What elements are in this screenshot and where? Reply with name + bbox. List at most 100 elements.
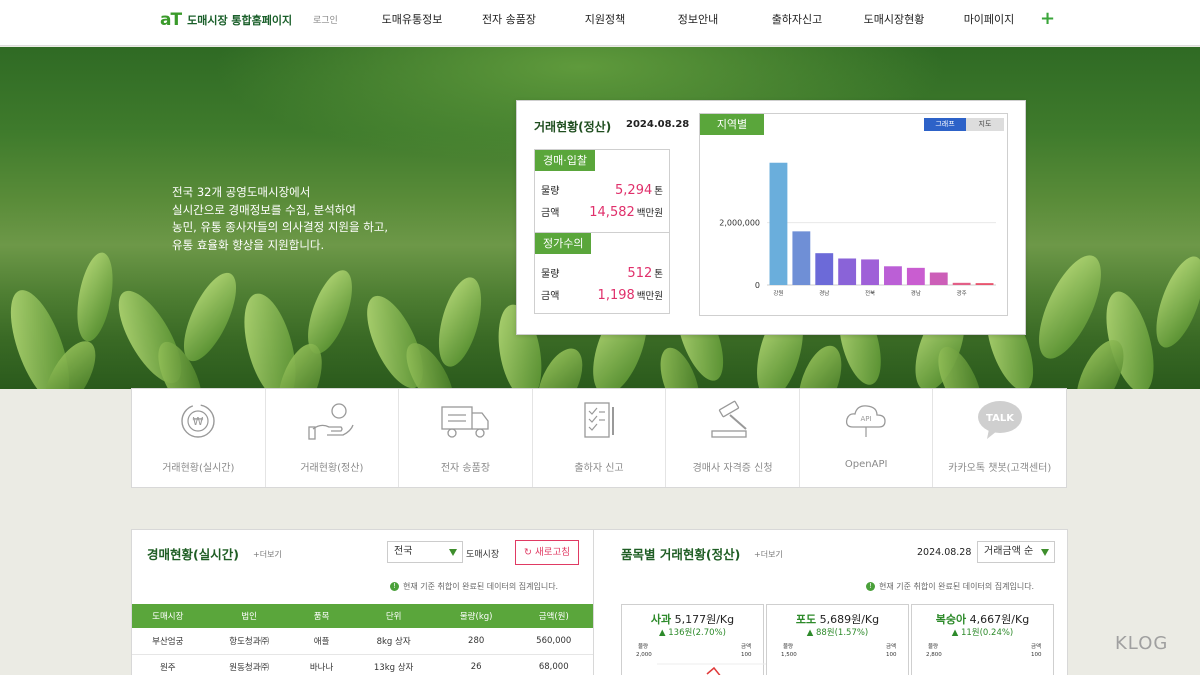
auction-qty-unit: 톤: [654, 186, 663, 197]
refresh-button[interactable]: ↻ 새로고침: [515, 540, 579, 565]
item-title: 포도 5,689원/Kg: [767, 611, 908, 627]
site-title: 도매시장 통합홈페이지: [187, 14, 293, 27]
realtime-more-link[interactable]: +더보기: [253, 549, 282, 560]
item-card-peach[interactable]: 복숭아 4,667원/Kg ▲ 11원(0.24%) 물량 2,800 금액 1…: [911, 604, 1054, 675]
column-header: 물량(kg): [438, 604, 514, 628]
x-tick-label: 경남: [911, 289, 921, 297]
auction-amt-unit: 백만원: [636, 208, 663, 219]
refresh-label: 새로고침: [535, 547, 570, 558]
table-cell: 280: [438, 628, 514, 655]
quick-link-e-invoice[interactable]: 전자 송품장: [399, 389, 533, 487]
site-logo[interactable]: aT 도매시장 통합홈페이지: [160, 10, 292, 30]
item-title: 사과 5,177원/Kg: [622, 611, 763, 627]
login-link[interactable]: 로그인: [313, 13, 338, 26]
region-bar[interactable]: [906, 267, 925, 285]
column-header: 법인: [203, 604, 295, 628]
talk-bubble-icon: TALK: [977, 401, 1022, 439]
quick-link-label: 경매사 자격증 신청: [692, 463, 773, 474]
item-title: 복숭아 4,667원/Kg: [912, 611, 1053, 627]
hero-line-2: 실시간으로 경매정보를 수집, 분석하여: [172, 202, 356, 217]
table-cell: 560,000: [513, 628, 594, 655]
column-header: 도매시장: [132, 604, 204, 628]
table-row[interactable]: 원주 원동청과㈜ 바나나 13kg 상자 26 68,000: [132, 654, 594, 675]
auction-label: 경매·입찰: [535, 150, 595, 171]
nav-market-status[interactable]: 도매시장현황: [854, 0, 934, 40]
axis-tick: 100: [741, 652, 752, 658]
realtime-title: 경매현황(실시간): [147, 547, 239, 562]
auction-amt-label: 금액: [541, 208, 560, 219]
quick-link-settled[interactable]: 거래현황(정산): [266, 389, 400, 487]
y-tick-label: 2,000,000: [719, 219, 760, 228]
items-notice: ! 현재 기준 취합이 완료된 데이터의 집계입니다.: [866, 581, 1034, 592]
sort-select[interactable]: 거래금액 순: [977, 541, 1055, 563]
private-qty-label: 물량: [541, 269, 560, 280]
region-bar[interactable]: [929, 272, 948, 285]
axis-label: 금액: [886, 644, 897, 650]
region-bar[interactable]: [975, 283, 994, 285]
item-change: ▲ 136원(2.70%): [659, 628, 726, 638]
region-bar[interactable]: [884, 266, 902, 285]
table-row[interactable]: 부산엄궁 항도청과㈜ 애플 8kg 상자 280 560,000: [132, 628, 594, 655]
auction-amt-row: 금액 14,582 백만원: [541, 204, 663, 222]
item-change: ▲ 88원(1.57%): [806, 628, 869, 638]
item-name: 포도: [795, 613, 817, 626]
table-cell: 애플: [294, 628, 349, 655]
checklist-icon: [584, 402, 615, 438]
column-header: 금액(원): [513, 604, 594, 628]
deal-summary-card: 거래현황(정산) 2024.08.28 경매·입찰 물량 5,294 톤 금액 …: [516, 100, 1026, 335]
chevron-down-icon: [1041, 549, 1049, 556]
quick-link-label: 출하자 신고: [574, 463, 624, 474]
table-header-row: 도매시장 법인 품목 단위 물량(kg) 금액(원): [132, 604, 594, 628]
nav-wholesale-info[interactable]: 도매유통정보: [360, 0, 464, 40]
nav-shipper-report[interactable]: 출하자신고: [740, 0, 854, 40]
realtime-notice: ! 현재 기준 취합이 완료된 데이터의 집계입니다.: [390, 581, 558, 592]
page-content: aT 도매시장 통합홈페이지 로그인 도매유통정보 전자 송품장 지원정책 정보…: [0, 0, 1200, 675]
private-label: 정가수의: [535, 233, 592, 254]
region-bar[interactable]: [838, 258, 857, 285]
table-cell: 68,000: [513, 654, 594, 675]
item-price: 5,177원/Kg: [674, 613, 735, 626]
nav-e-invoice[interactable]: 전자 송품장: [464, 0, 554, 40]
market-label: 도매시장: [466, 550, 500, 560]
region-bar[interactable]: [769, 162, 788, 285]
axis-label: 금액: [741, 644, 752, 650]
realtime-table: 도매시장 법인 품목 단위 물량(kg) 금액(원) 부산엄궁 항도청과㈜ 애플…: [132, 604, 594, 675]
hand-coin-icon: [308, 403, 354, 440]
nav-support-policy[interactable]: 지원정책: [554, 0, 656, 40]
column-header: 품목: [294, 604, 349, 628]
region-bar[interactable]: [792, 231, 811, 285]
auction-qty-label: 물량: [541, 186, 560, 197]
items-more-link[interactable]: +더보기: [754, 549, 783, 560]
won-refresh-icon: ₩: [181, 404, 215, 438]
x-tick-label: 강원: [773, 289, 783, 297]
item-card-apple[interactable]: 사과 5,177원/Kg ▲ 136원(2.70%) 물량 2,000 금액 1…: [621, 604, 767, 675]
hero-description: 전국 32개 공영도매시장에서 실시간으로 경매정보를 수집, 분석하여 농민,…: [172, 184, 388, 254]
deal-summary-date: 2024.08.28: [626, 119, 690, 130]
quick-link-auctioneer[interactable]: 경매사 자격증 신청: [666, 389, 800, 487]
truck-icon: [441, 406, 490, 438]
axis-label: 금액: [1031, 644, 1042, 650]
y-tick-label: 0: [755, 281, 760, 290]
item-mini-chart: [657, 663, 767, 675]
x-tick-label: 전북: [865, 289, 875, 297]
plus-icon[interactable]: +: [1040, 8, 1055, 29]
quick-link-shipper[interactable]: 출하자 신고: [533, 389, 667, 487]
item-name: 사과: [650, 613, 672, 626]
quick-link-kakao[interactable]: TALK 카카오톡 챗봇(고객센터): [933, 389, 1066, 487]
realtime-notice-text: 현재 기준 취합이 완료된 데이터의 집계입니다.: [403, 582, 559, 591]
region-bar[interactable]: [815, 253, 834, 285]
quick-link-realtime[interactable]: ₩ 거래현황(실시간): [132, 389, 266, 487]
gavel-icon: [710, 400, 747, 438]
nav-mypage[interactable]: 마이페이지: [934, 0, 1044, 40]
main-nav: 도매유통정보 전자 송품장 지원정책 정보안내 출하자신고 도매시장현황 마이페…: [360, 0, 1044, 40]
region-bar[interactable]: [952, 282, 971, 285]
table-cell: 바나나: [294, 654, 349, 675]
region-bar[interactable]: [861, 259, 879, 285]
nav-information[interactable]: 정보안내: [656, 0, 740, 40]
quick-link-label: OpenAPI: [844, 459, 888, 470]
item-card-grape[interactable]: 포도 5,689원/Kg ▲ 88원(1.57%) 물량 1,500 금액 10…: [766, 604, 909, 675]
quick-link-openapi[interactable]: API OpenAPI: [800, 389, 934, 487]
info-icon: !: [866, 582, 875, 591]
region-chart-box: 지역별 그래프 지도 0 2,000,000 강원 경남 전북 경남 광주: [699, 113, 1008, 316]
region-select[interactable]: 전국: [387, 541, 463, 563]
